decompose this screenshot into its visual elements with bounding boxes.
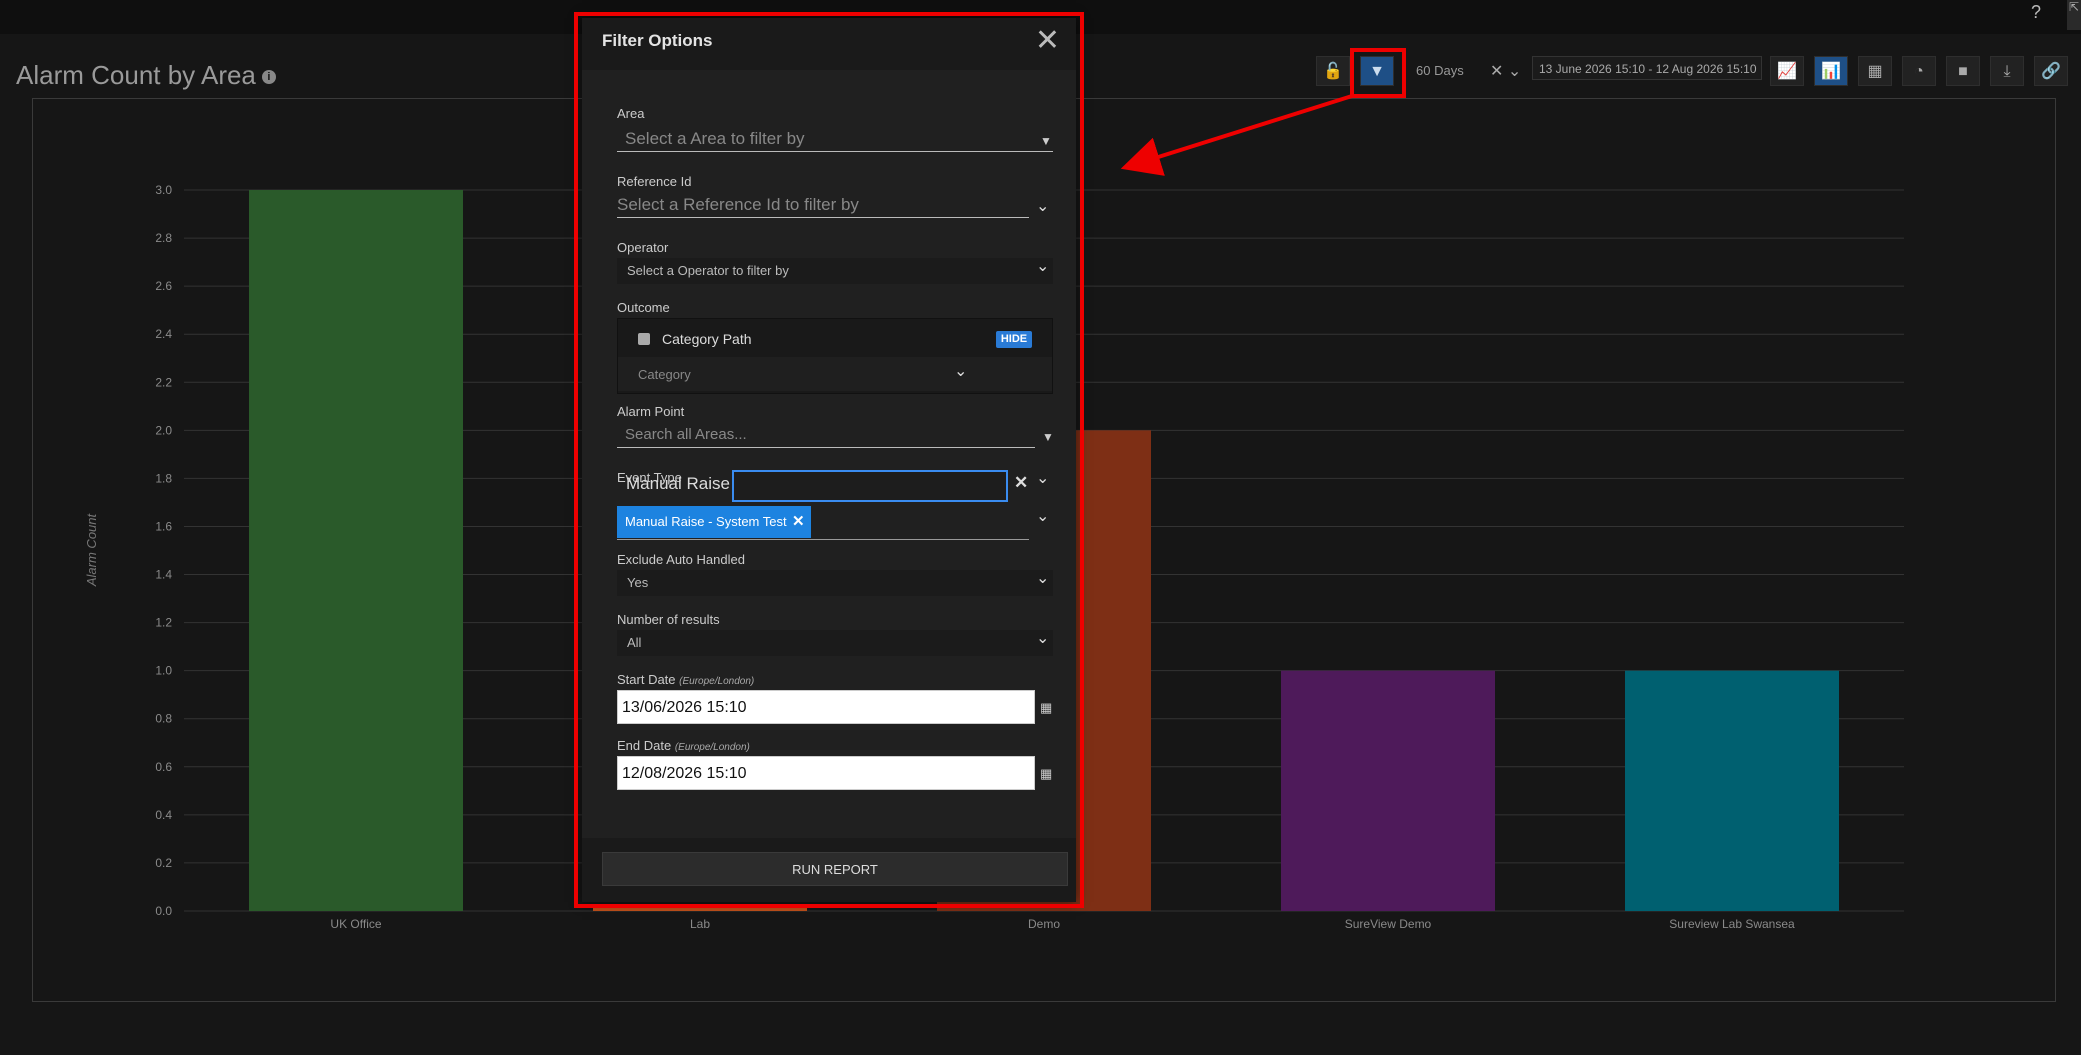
chevron-down-icon[interactable]: ⌄ (1036, 196, 1049, 216)
x-tick-label: UK Office (330, 917, 381, 931)
y-tick-label: 1.0 (155, 664, 172, 678)
category-path-icon (638, 333, 650, 345)
start-date-label-text: Start Date (617, 672, 676, 687)
alarm-point-search[interactable]: Search all Areas... (617, 422, 1035, 448)
y-tick-label: 1.2 (155, 616, 172, 630)
event-type-input[interactable] (732, 470, 1008, 502)
annotation-highlight-box (1350, 48, 1406, 98)
end-date-input[interactable]: 12/08/2026 15:10 (617, 756, 1035, 790)
hide-button[interactable]: HIDE (996, 331, 1032, 348)
y-tick-label: 0.0 (155, 904, 172, 918)
y-tick-label: 3.0 (155, 183, 172, 197)
outcome-label: Outcome (617, 300, 670, 315)
bar[interactable] (593, 906, 807, 911)
start-date-tz: (Europe/London) (679, 676, 755, 687)
start-date-label: Start Date (Europe/London) (617, 672, 754, 687)
y-axis-label: Alarm Count (84, 512, 99, 587)
bar[interactable] (1281, 670, 1495, 911)
chip-remove-icon[interactable]: ✕ (792, 506, 805, 538)
event-type-chip[interactable]: Manual Raise - System Test ✕ (617, 506, 811, 538)
area-label: Area (617, 106, 645, 121)
caret-down-icon: ▼ (1040, 134, 1052, 148)
y-tick-label: 1.4 (155, 568, 172, 582)
y-tick-label: 1.8 (155, 471, 172, 485)
y-tick-label: 2.4 (155, 327, 172, 341)
filter-modal: Filter Options ✕ Area Select a Area to f… (582, 18, 1076, 902)
exclude-select[interactable]: Yes (617, 570, 1053, 596)
caret-down-icon: ▼ (1042, 430, 1054, 444)
bar[interactable] (1625, 670, 1839, 911)
bar[interactable] (249, 190, 463, 911)
run-report-button[interactable]: RUN REPORT (602, 852, 1068, 886)
y-tick-label: 0.8 (155, 712, 172, 726)
operator-select[interactable]: Select a Operator to filter by (617, 258, 1053, 284)
y-tick-label: 0.2 (155, 856, 172, 870)
event-type-chips[interactable]: Manual Raise - System Test ✕ (617, 506, 1029, 540)
area-select[interactable]: Select a Area to filter by (617, 126, 1053, 152)
category-select[interactable]: Category ⌄ (618, 357, 1052, 391)
x-tick-label: Sureview Lab Swansea (1669, 917, 1795, 931)
end-date-label-text: End Date (617, 738, 672, 753)
calendar-icon[interactable]: ▦ (1040, 766, 1052, 782)
outcome-card: Category Path HIDE Category ⌄ (617, 318, 1053, 394)
chevron-down-icon: ⌄ (1036, 258, 1050, 275)
event-type-text: Manual Raise (626, 474, 730, 493)
y-tick-label: 0.6 (155, 760, 172, 774)
end-date-tz: (Europe/London) (674, 742, 750, 753)
results-select[interactable]: All (617, 630, 1053, 656)
modal-header: Filter Options ✕ (582, 18, 1076, 70)
results-label: Number of results (617, 612, 720, 627)
category-placeholder: Category (638, 367, 691, 382)
chevron-down-icon: ⌄ (1036, 630, 1050, 647)
clear-icon[interactable]: ✕ (1014, 473, 1028, 493)
start-date-input[interactable]: 13/06/2026 15:10 (617, 690, 1035, 724)
y-tick-label: 0.4 (155, 808, 172, 822)
chevron-down-icon[interactable]: ⌄ (1036, 468, 1049, 488)
category-path-label: Category Path (662, 331, 752, 347)
calendar-icon[interactable]: ▦ (1040, 700, 1052, 716)
y-tick-label: 2.8 (155, 231, 172, 245)
y-tick-label: 2.0 (155, 423, 172, 437)
x-tick-label: Demo (1028, 917, 1060, 931)
x-tick-label: Lab (690, 917, 710, 931)
close-icon[interactable]: ✕ (1035, 26, 1060, 56)
chevron-down-icon: ⌄ (1036, 570, 1050, 587)
reference-select[interactable]: Select a Reference Id to filter by (617, 192, 1029, 218)
chevron-down-icon[interactable]: ⌄ (1036, 506, 1049, 526)
end-date-label: End Date (Europe/London) (617, 738, 750, 753)
exclude-label: Exclude Auto Handled (617, 552, 745, 567)
y-tick-label: 2.6 (155, 279, 172, 293)
y-tick-label: 1.6 (155, 519, 172, 533)
operator-label: Operator (617, 240, 669, 255)
reference-label: Reference Id (617, 174, 692, 189)
x-tick-label: SureView Demo (1345, 917, 1432, 931)
y-tick-label: 2.2 (155, 375, 172, 389)
alarm-point-label: Alarm Point (617, 404, 685, 419)
chevron-down-icon: ⌄ (954, 363, 968, 380)
modal-title: Filter Options (602, 31, 713, 50)
chip-label: Manual Raise - System Test (625, 514, 787, 529)
